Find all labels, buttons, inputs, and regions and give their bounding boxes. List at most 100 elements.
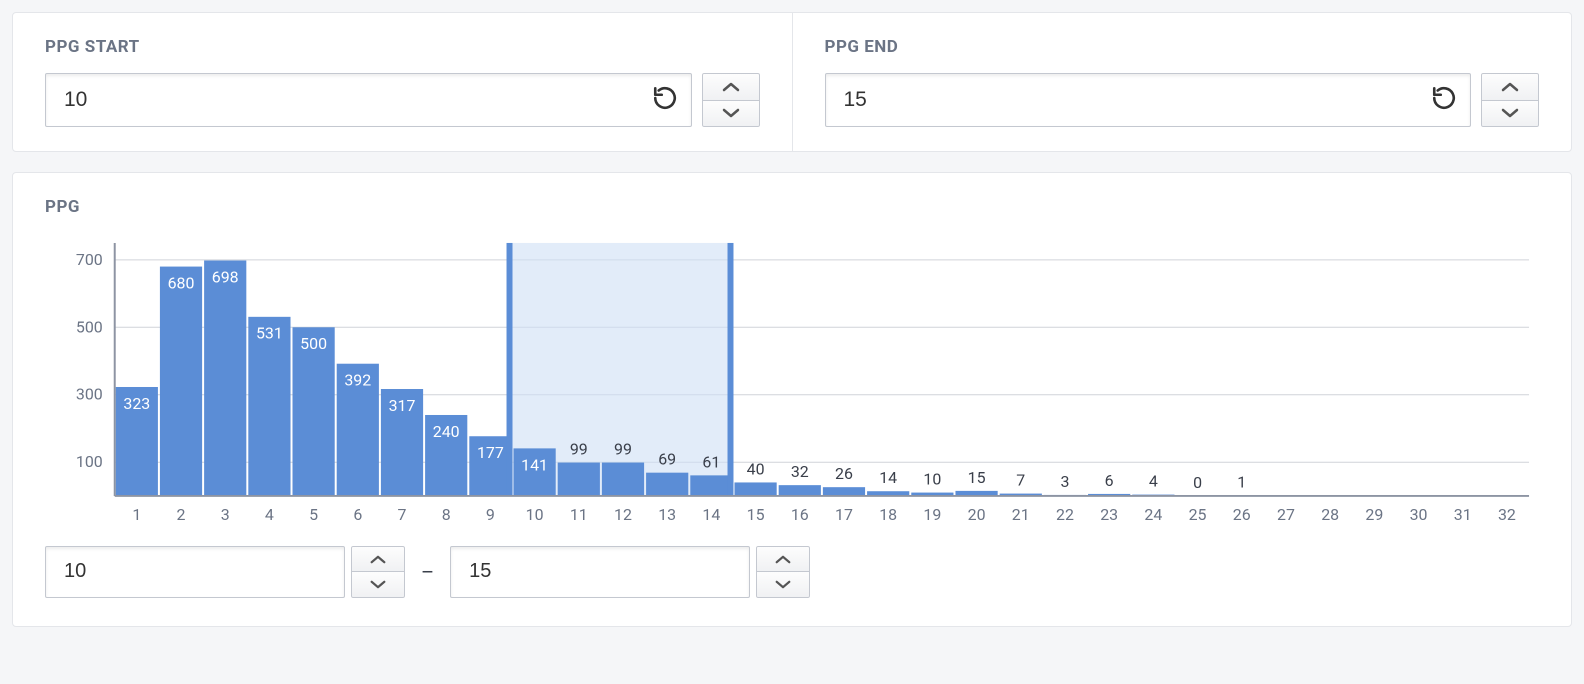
ppg-end-card: PPG END <box>793 12 1573 152</box>
x-tick-label: 5 <box>309 505 318 524</box>
range-separator: – <box>417 560 438 584</box>
x-tick-label: 1 <box>132 505 141 524</box>
svg-text:300: 300 <box>76 385 103 404</box>
range-low-stepper <box>351 546 405 598</box>
bar-value-label: 0 <box>1193 473 1202 492</box>
ppg-end-input[interactable] <box>825 73 1472 127</box>
bar-value-label: 317 <box>389 396 416 415</box>
bar-value-label: 240 <box>433 422 460 441</box>
x-tick-label: 28 <box>1321 505 1339 524</box>
bar-value-label: 26 <box>835 464 853 483</box>
bar-value-label: 6 <box>1105 471 1114 490</box>
x-tick-label: 20 <box>968 505 986 524</box>
bar-value-label: 141 <box>521 455 548 474</box>
bar-value-label: 177 <box>477 443 504 462</box>
histogram-bar[interactable] <box>248 317 290 496</box>
svg-text:100: 100 <box>76 452 103 471</box>
selection-handle-right[interactable] <box>728 243 734 496</box>
bar-value-label: 698 <box>212 267 239 286</box>
x-tick-label: 26 <box>1233 505 1251 524</box>
range-low-input[interactable] <box>45 546 345 598</box>
x-tick-label: 24 <box>1144 505 1162 524</box>
ppg-start-input-wrap <box>45 73 692 127</box>
histogram-bar[interactable] <box>558 463 600 496</box>
ppg-start-input[interactable] <box>45 73 692 127</box>
histogram-bar[interactable] <box>823 487 865 496</box>
range-high-step-up[interactable] <box>756 546 810 572</box>
x-tick-label: 29 <box>1365 505 1383 524</box>
histogram-bar[interactable] <box>690 475 732 496</box>
range-low-step-up[interactable] <box>351 546 405 572</box>
x-tick-label: 17 <box>835 505 853 524</box>
x-tick-label: 13 <box>658 505 676 524</box>
x-tick-label: 16 <box>791 505 809 524</box>
x-tick-label: 8 <box>442 505 451 524</box>
range-low-step-down[interactable] <box>351 571 405 598</box>
x-tick-label: 4 <box>265 505 274 524</box>
x-tick-label: 9 <box>486 505 495 524</box>
x-tick-label: 18 <box>879 505 897 524</box>
x-tick-label: 22 <box>1056 505 1074 524</box>
ppg-histogram[interactable]: 1003005007003231680269835314500539263177… <box>45 233 1539 532</box>
ppg-chart-card: PPG 100300500700323168026983531450053926… <box>12 172 1572 627</box>
ppg-start-stepper <box>702 73 760 127</box>
bar-value-label: 14 <box>879 468 897 487</box>
x-tick-label: 15 <box>747 505 765 524</box>
x-tick-label: 27 <box>1277 505 1295 524</box>
x-tick-label: 21 <box>1012 505 1030 524</box>
x-tick-label: 2 <box>177 505 186 524</box>
histogram-bar[interactable] <box>734 482 776 495</box>
histogram-bar[interactable] <box>779 485 821 496</box>
bar-value-label: 4 <box>1149 472 1158 491</box>
x-tick-label: 12 <box>614 505 632 524</box>
svg-text:500: 500 <box>76 317 103 336</box>
reset-icon[interactable] <box>1431 85 1457 115</box>
range-high-stepper <box>756 546 810 598</box>
ppg-start-card: PPG START <box>12 12 793 152</box>
range-high-input[interactable] <box>450 546 750 598</box>
bar-value-label: 323 <box>123 394 150 413</box>
histogram-bar[interactable] <box>160 267 202 496</box>
ppg-start-step-down[interactable] <box>702 100 760 128</box>
bar-value-label: 69 <box>658 450 676 469</box>
x-tick-label: 6 <box>353 505 362 524</box>
histogram-bar[interactable] <box>602 463 644 496</box>
x-tick-label: 7 <box>398 505 407 524</box>
x-tick-label: 31 <box>1454 505 1472 524</box>
bar-value-label: 3 <box>1060 472 1069 491</box>
ppg-end-label: PPG END <box>825 37 1540 57</box>
ppg-end-stepper <box>1481 73 1539 127</box>
reset-icon[interactable] <box>652 85 678 115</box>
ppg-end-input-wrap <box>825 73 1472 127</box>
selection-handle-left[interactable] <box>507 243 513 496</box>
chart-range-controls: – <box>45 546 1539 598</box>
histogram-bar[interactable] <box>204 260 246 495</box>
x-tick-label: 32 <box>1498 505 1516 524</box>
ppg-start-step-up[interactable] <box>702 73 760 100</box>
bar-value-label: 7 <box>1016 471 1025 490</box>
bar-value-label: 10 <box>923 470 941 489</box>
bar-value-label: 32 <box>791 462 809 481</box>
range-high-step-down[interactable] <box>756 571 810 598</box>
ppg-end-step-up[interactable] <box>1481 73 1539 100</box>
x-tick-label: 23 <box>1100 505 1118 524</box>
bar-value-label: 1 <box>1237 473 1246 492</box>
bar-value-label: 40 <box>747 459 765 478</box>
ppg-chart-title: PPG <box>45 197 1539 217</box>
histogram-bar[interactable] <box>646 473 688 496</box>
ppg-start-label: PPG START <box>45 37 760 57</box>
x-tick-label: 11 <box>570 505 588 524</box>
x-tick-label: 14 <box>702 505 720 524</box>
bar-value-label: 500 <box>300 334 327 353</box>
bar-value-label: 680 <box>168 273 195 292</box>
ppg-end-step-down[interactable] <box>1481 100 1539 128</box>
svg-text:700: 700 <box>76 250 103 269</box>
bar-value-label: 99 <box>614 440 632 459</box>
x-tick-label: 30 <box>1410 505 1428 524</box>
bar-value-label: 531 <box>256 324 283 343</box>
x-tick-label: 3 <box>221 505 230 524</box>
x-tick-label: 25 <box>1189 505 1207 524</box>
x-tick-label: 19 <box>923 505 941 524</box>
bar-value-label: 392 <box>344 371 371 390</box>
bar-value-label: 61 <box>702 452 720 471</box>
